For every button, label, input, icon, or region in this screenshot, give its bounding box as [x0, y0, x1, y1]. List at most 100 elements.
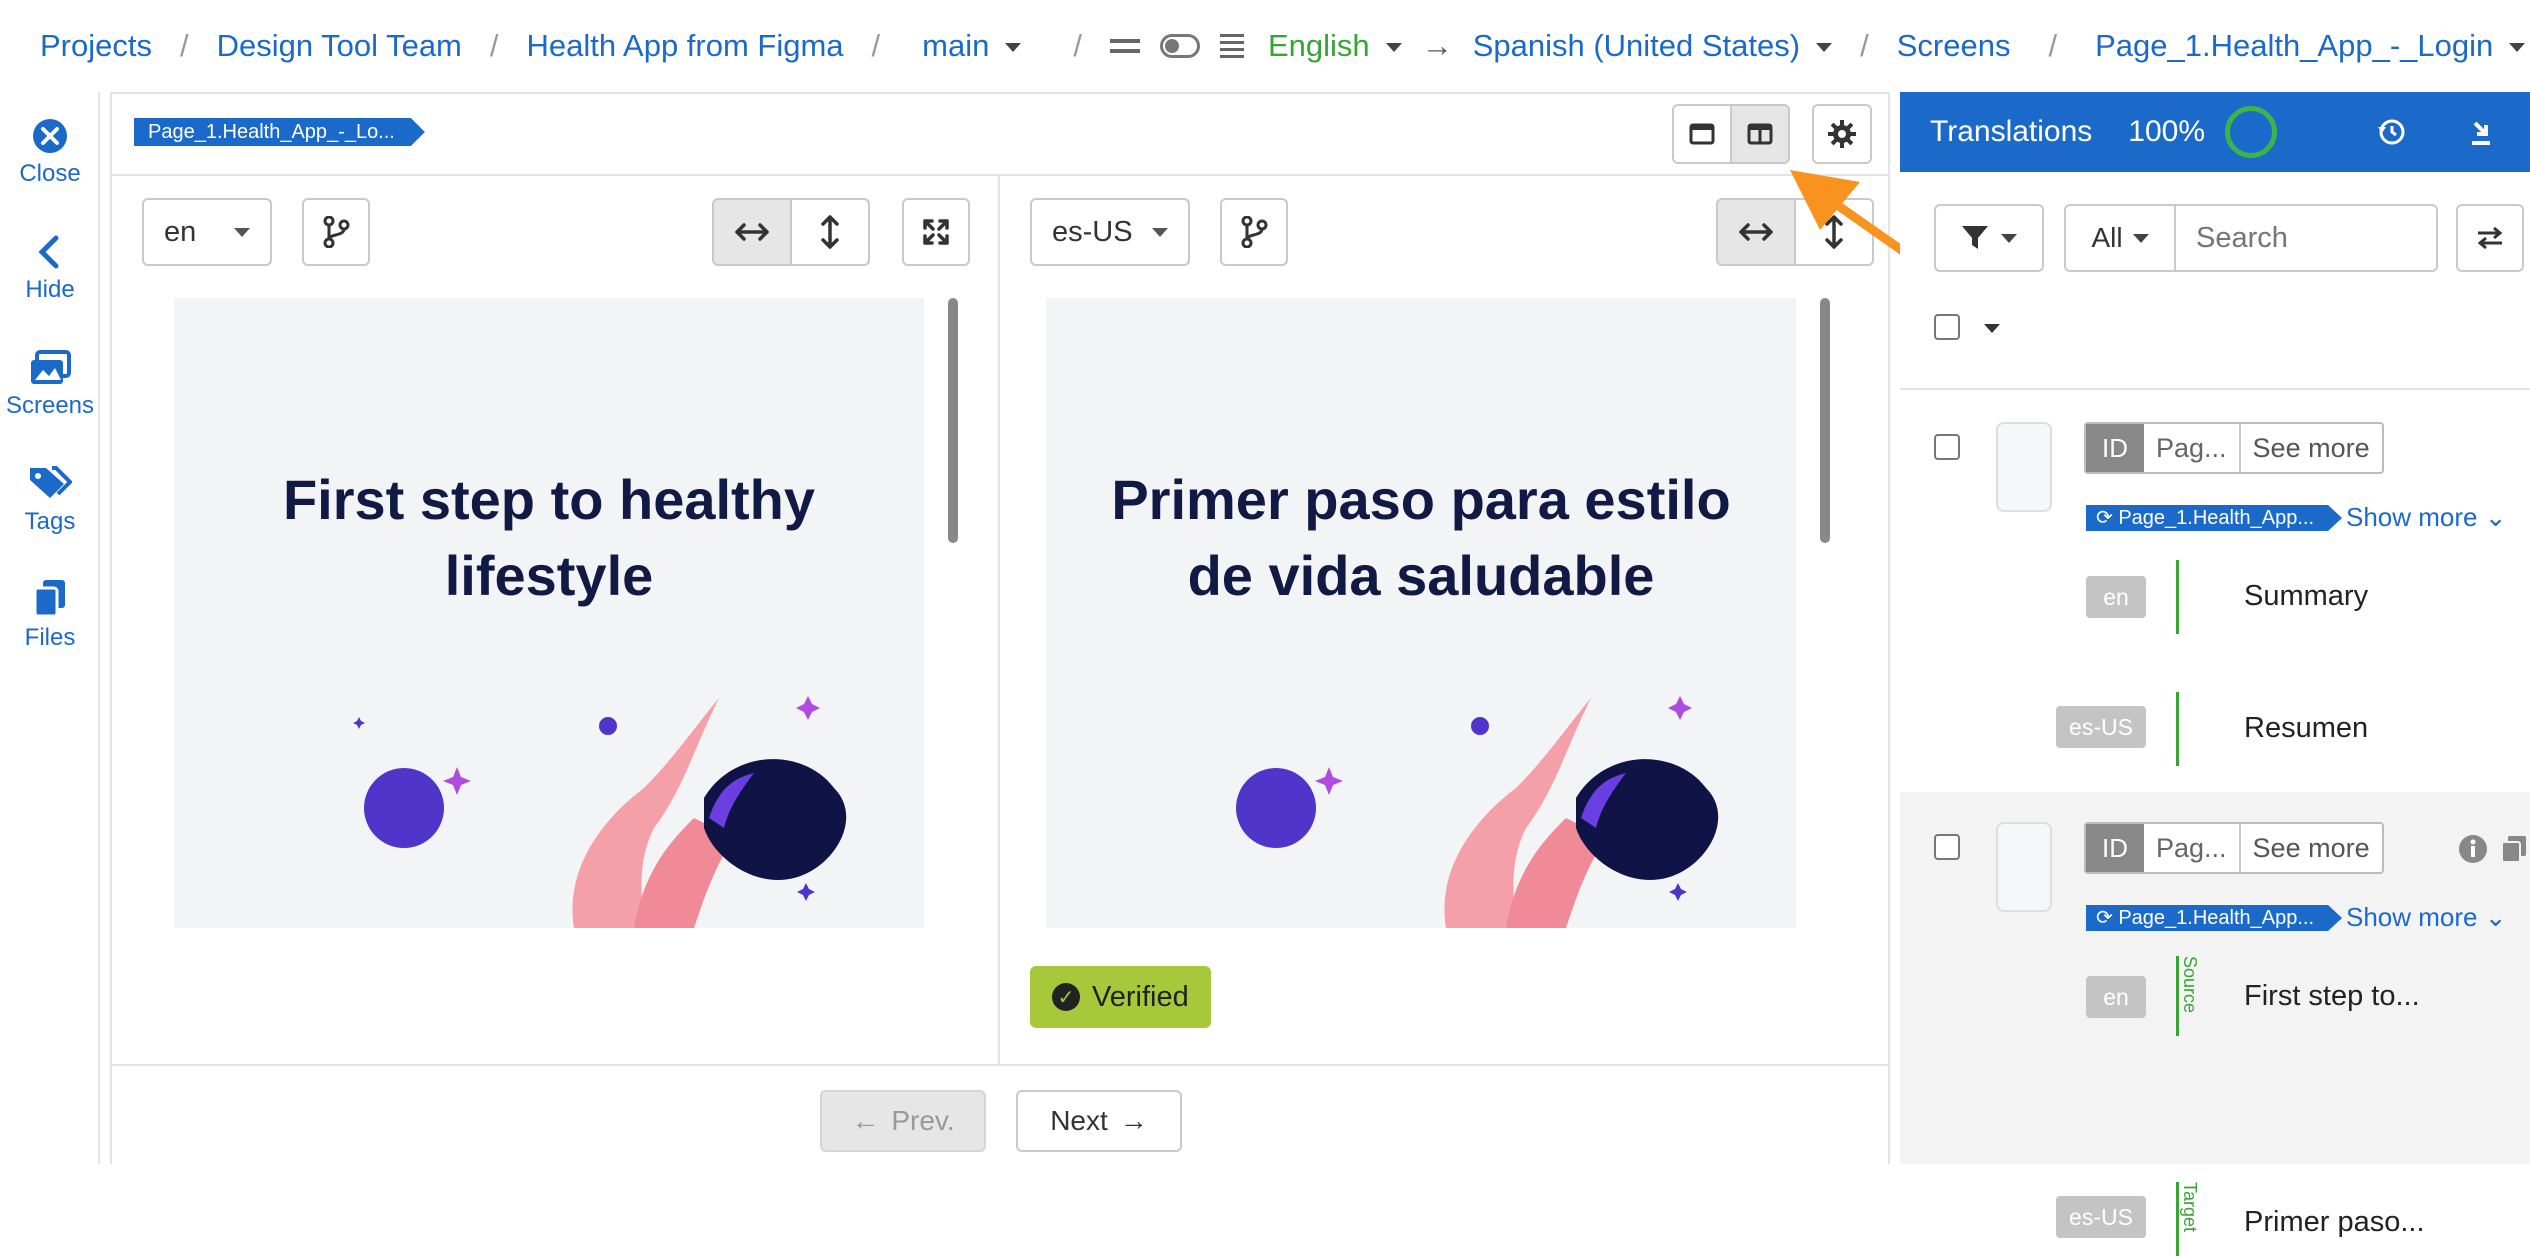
branch-label: main: [922, 28, 990, 63]
breadcrumb-separator: /: [871, 28, 881, 63]
settings-button[interactable]: [1812, 104, 1872, 164]
filter-button[interactable]: [1934, 204, 2044, 272]
show-more-link[interactable]: Show more ⌄: [2346, 902, 2507, 933]
target-lang-badge: es-US: [2056, 1196, 2146, 1238]
source-text[interactable]: First step to...: [2244, 980, 2420, 1013]
check-circle-icon: ✓: [1052, 983, 1080, 1011]
breadcrumb-separator: /: [489, 28, 499, 63]
row-checkbox[interactable]: [1934, 834, 1960, 860]
list-divider: [1900, 388, 2530, 390]
translations-progress: 100%: [2128, 115, 2206, 148]
see-more-link[interactable]: See more: [2241, 824, 2382, 872]
split-view-button[interactable]: [1730, 104, 1790, 164]
branch-selector[interactable]: main: [922, 28, 1022, 64]
arrow-right-icon: →: [1421, 28, 1453, 63]
tags-button[interactable]: Tags: [0, 464, 100, 536]
source-language-dropdown[interactable]: en: [142, 198, 272, 266]
download-icon[interactable]: [2466, 117, 2496, 147]
select-all-checkbox[interactable]: [1934, 314, 1960, 340]
key-id-group: ID Pag... See more: [2084, 822, 2384, 874]
source-branch-button[interactable]: [302, 198, 370, 266]
source-preview-scrollbar[interactable]: [948, 298, 958, 543]
single-view-button[interactable]: [1672, 104, 1732, 164]
target-language-dropdown[interactable]: es-US: [1030, 198, 1190, 266]
row-screen-tag[interactable]: ⟳ Page_1.Health_App...: [2086, 905, 2342, 931]
expand-button[interactable]: [902, 198, 970, 266]
translations-header: Translations 100%: [1900, 92, 2530, 172]
list-icon[interactable]: [1220, 34, 1244, 58]
search-input[interactable]: [2174, 204, 2438, 272]
target-marker-label: Target: [2180, 1182, 2200, 1233]
chevron-down-icon: [2001, 233, 2017, 243]
arrows-vertical-icon: [821, 215, 839, 249]
history-icon[interactable]: [2376, 117, 2406, 147]
fit-width-button[interactable]: [712, 198, 792, 266]
target-text[interactable]: Resumen: [2244, 712, 2368, 745]
chevron-down-icon: ⌄: [2484, 902, 2507, 932]
chevron-down-icon: [1385, 43, 1402, 53]
close-label: Close: [19, 160, 81, 187]
menu-icon[interactable]: [1110, 39, 1140, 53]
target-pane: es-US Primer paso para estilo de vida sa…: [1002, 176, 1890, 1066]
filter-icon: [1962, 226, 1988, 249]
target-branch-button[interactable]: [1220, 198, 1288, 266]
arrows-horizontal-icon: [735, 223, 769, 241]
target-text[interactable]: Primer paso...: [2244, 1206, 2425, 1239]
show-more-label: Show more: [2346, 502, 2478, 532]
files-icon: [33, 580, 65, 618]
status-filter-value: All: [2091, 222, 2123, 253]
breadcrumb-screens[interactable]: Screens: [1897, 28, 2011, 64]
source-language-selector[interactable]: English: [1268, 28, 1402, 64]
verified-badge[interactable]: ✓ Verified: [1030, 966, 1211, 1028]
row-screen-tag[interactable]: ⟳ Page_1.Health_App...: [2086, 505, 2342, 531]
chevron-down-icon: [234, 228, 250, 237]
show-more-link[interactable]: Show more ⌄: [2346, 502, 2507, 533]
status-filter-dropdown[interactable]: All: [2064, 204, 2176, 272]
translations-panel: Translations 100% All ID: [1900, 92, 2530, 1256]
illustration-image: [353, 696, 847, 928]
target-language-selector[interactable]: Spanish (United States): [1472, 28, 1833, 64]
chevron-down-icon[interactable]: [1984, 324, 2000, 333]
close-icon: [33, 119, 67, 153]
next-button[interactable]: Next →: [1016, 1090, 1182, 1152]
screen-thumbnail[interactable]: [1996, 422, 2052, 512]
hide-button[interactable]: Hide: [0, 234, 100, 304]
view-toggle[interactable]: [1160, 34, 1200, 58]
breadcrumb-projects[interactable]: Projects: [40, 28, 152, 64]
target-language-label: Spanish (United States): [1472, 28, 1801, 63]
files-label: Files: [24, 624, 76, 651]
screen-name-label: Page_1.Health_App_-_Login: [2095, 28, 2494, 63]
screen-selector[interactable]: Page_1.Health_App_-_Login: [2095, 28, 2526, 64]
chevron-down-icon: ⌄: [2484, 502, 2507, 532]
breadcrumb-app[interactable]: Health App from Figma: [527, 28, 844, 64]
info-icon[interactable]: [2458, 834, 2488, 864]
files-button[interactable]: Files: [0, 578, 100, 652]
breadcrumb-separator: /: [1860, 28, 1869, 63]
source-lang-badge: en: [2086, 976, 2146, 1018]
swap-button[interactable]: [2456, 204, 2524, 272]
next-label: Next: [1050, 1105, 1108, 1136]
see-more-link[interactable]: See more: [2241, 424, 2382, 472]
refresh-icon: ⟳: [2096, 907, 2119, 929]
source-lang-badge: en: [2086, 576, 2146, 618]
target-language-value: es-US: [1052, 215, 1133, 248]
key-id-group: ID Pag... See more: [2084, 422, 2384, 474]
row-checkbox[interactable]: [1934, 434, 1960, 460]
screen-tag[interactable]: Page_1.Health_App_-_Lo...: [134, 118, 425, 146]
fit-height-button[interactable]: [790, 198, 870, 266]
refresh-icon: ⟳: [2096, 507, 2119, 529]
row-screen-tag-label: Page_1.Health_App...: [2118, 507, 2315, 529]
breadcrumb-team[interactable]: Design Tool Team: [217, 28, 462, 64]
source-language-label: English: [1268, 28, 1370, 63]
expand-icon: [923, 219, 949, 245]
source-text[interactable]: Summary: [2244, 580, 2368, 613]
close-button[interactable]: Close: [0, 118, 100, 188]
copy-icon[interactable]: [2500, 834, 2528, 864]
screens-button[interactable]: Screens: [0, 350, 100, 420]
target-marker-line: [2176, 692, 2179, 766]
breadcrumb: Projects / Design Tool Team / Health App…: [0, 0, 2530, 92]
screen-thumbnail[interactable]: [1996, 822, 2052, 912]
target-preview-scrollbar[interactable]: [1820, 298, 1830, 543]
screens-label: Screens: [5, 392, 95, 419]
prev-button[interactable]: ← Prev.: [820, 1090, 986, 1152]
